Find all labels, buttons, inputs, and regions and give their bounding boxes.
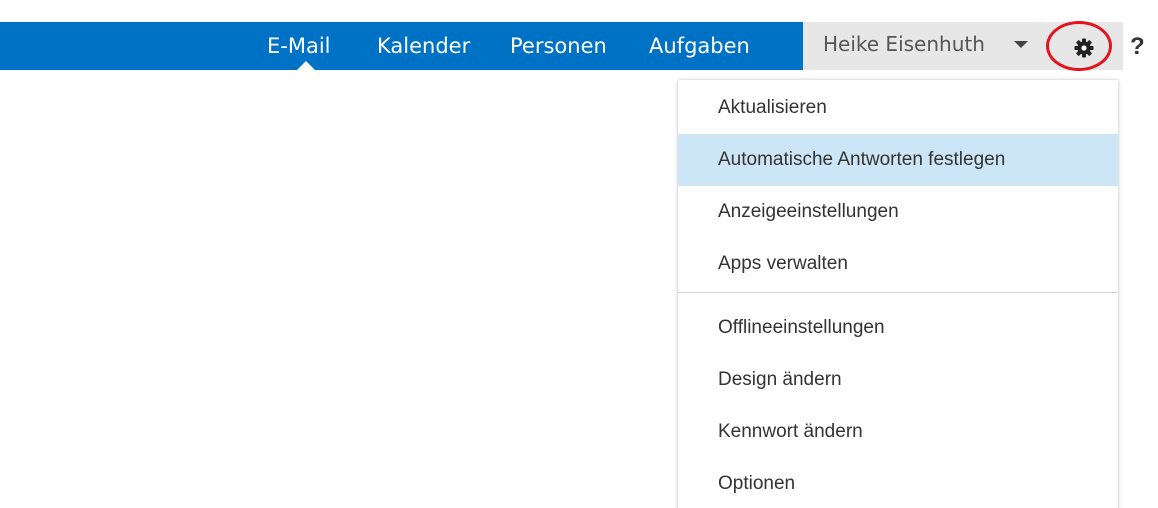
menu-divider	[678, 292, 1118, 293]
chevron-down-icon[interactable]	[1014, 41, 1028, 48]
active-nav-indicator	[297, 61, 315, 70]
gear-icon	[1074, 38, 1094, 58]
menu-item-offline-settings[interactable]: Offlineeinstellungen	[678, 302, 1118, 354]
menu-item-display-settings[interactable]: Anzeigeeinstellungen	[678, 186, 1118, 238]
menu-item-options[interactable]: Optionen	[678, 458, 1118, 508]
top-navigation-bar: E-Mail Kalender Personen Aufgaben	[0, 22, 803, 70]
settings-button[interactable]	[1062, 27, 1108, 67]
menu-item-change-password[interactable]: Kennwort ändern	[678, 406, 1118, 458]
menu-item-automatic-replies[interactable]: Automatische Antworten festlegen	[678, 134, 1118, 186]
settings-dropdown-menu: Aktualisieren Automatische Antworten fes…	[678, 80, 1118, 508]
outlook-web-page: E-Mail Kalender Personen Aufgaben Heike …	[0, 0, 1158, 508]
menu-item-change-theme[interactable]: Design ändern	[678, 354, 1118, 406]
menu-item-manage-apps[interactable]: Apps verwalten	[678, 238, 1118, 290]
nav-item-tasks[interactable]: Aufgaben	[649, 22, 750, 70]
nav-item-people[interactable]: Personen	[510, 22, 607, 70]
user-name-menu[interactable]: Heike Eisenhuth	[823, 22, 985, 66]
help-button[interactable]: ?	[1130, 27, 1154, 67]
menu-item-refresh[interactable]: Aktualisieren	[678, 82, 1118, 134]
nav-item-calendar[interactable]: Kalender	[377, 22, 470, 70]
